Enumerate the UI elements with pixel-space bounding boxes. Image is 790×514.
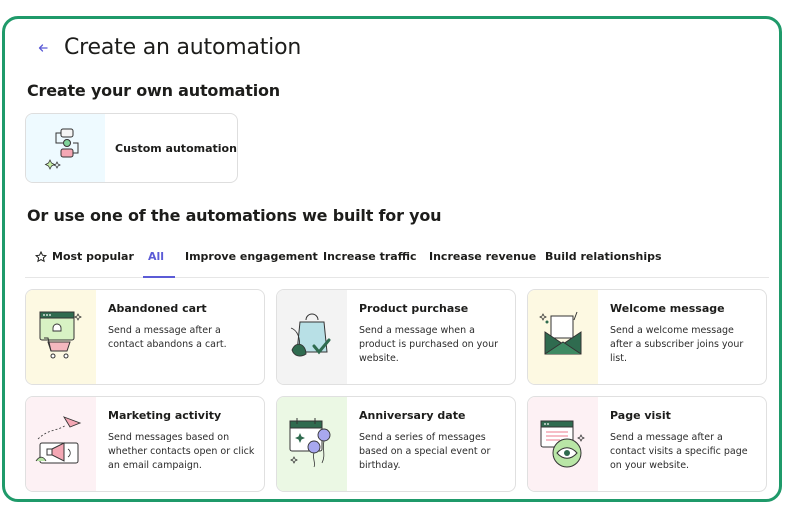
page-header: Create an automation (35, 35, 301, 60)
star-icon (35, 250, 47, 263)
card-title: Marketing activity (108, 409, 222, 422)
tab-improve-engagement[interactable]: Improve engagement (185, 250, 318, 263)
back-arrow-icon[interactable] (35, 40, 51, 56)
tab-build-relationships[interactable]: Build relationships (545, 250, 662, 263)
card-description: Send a series of messages based on a spe… (359, 432, 491, 471)
section-heading-own: Create your own automation (27, 81, 280, 100)
shopping-bag-icon (277, 290, 347, 384)
card-title: Page visit (610, 409, 671, 422)
card-description: Send a welcome message after a subscribe… (610, 325, 744, 364)
tab-increase-traffic[interactable]: Increase traffic (323, 250, 416, 263)
card-title: Abandoned cart (108, 302, 207, 315)
megaphone-icon (26, 397, 96, 491)
tab-all[interactable]: All (148, 250, 164, 263)
card-description: Send a message after a contact abandons … (108, 325, 227, 350)
tab-label: Most popular (52, 250, 134, 263)
card-product-purchase[interactable]: Product purchase Send a message when a p… (276, 289, 516, 385)
custom-automation-card[interactable]: Custom automation (25, 113, 238, 183)
card-title: Product purchase (359, 302, 469, 315)
envelope-icon (528, 290, 598, 384)
card-welcome-message[interactable]: Welcome message Send a welcome message a… (527, 289, 767, 385)
workflow-icon (26, 114, 105, 182)
tab-most-popular[interactable]: Most popular (35, 250, 134, 263)
custom-automation-label: Custom automation (115, 141, 237, 155)
card-title: Anniversary date (359, 409, 466, 422)
section-heading-built: Or use one of the automations we built f… (27, 206, 442, 225)
tab-increase-revenue[interactable]: Increase revenue (429, 250, 536, 263)
calendar-balloons-icon (277, 397, 347, 491)
card-title: Welcome message (610, 302, 725, 315)
browser-eye-icon (528, 397, 598, 491)
shopping-cart-icon (26, 290, 96, 384)
card-abandoned-cart[interactable]: Abandoned cart Send a message after a co… (25, 289, 265, 385)
automation-panel: Create an automation Create your own aut… (2, 16, 782, 502)
card-description: Send a message when a product is purchas… (359, 325, 499, 364)
card-anniversary-date[interactable]: Anniversary date Send a series of messag… (276, 396, 516, 492)
category-tabs: Most popular All Improve engagement Incr… (25, 245, 769, 278)
active-tab-indicator (143, 276, 175, 278)
card-description: Send messages based on whether contacts … (108, 432, 255, 471)
card-marketing-activity[interactable]: Marketing activity Send messages based o… (25, 396, 265, 492)
page-title: Create an automation (64, 35, 302, 60)
card-page-visit[interactable]: Page visit Send a message after a contac… (527, 396, 767, 492)
card-description: Send a message after a contact visits a … (610, 432, 748, 471)
